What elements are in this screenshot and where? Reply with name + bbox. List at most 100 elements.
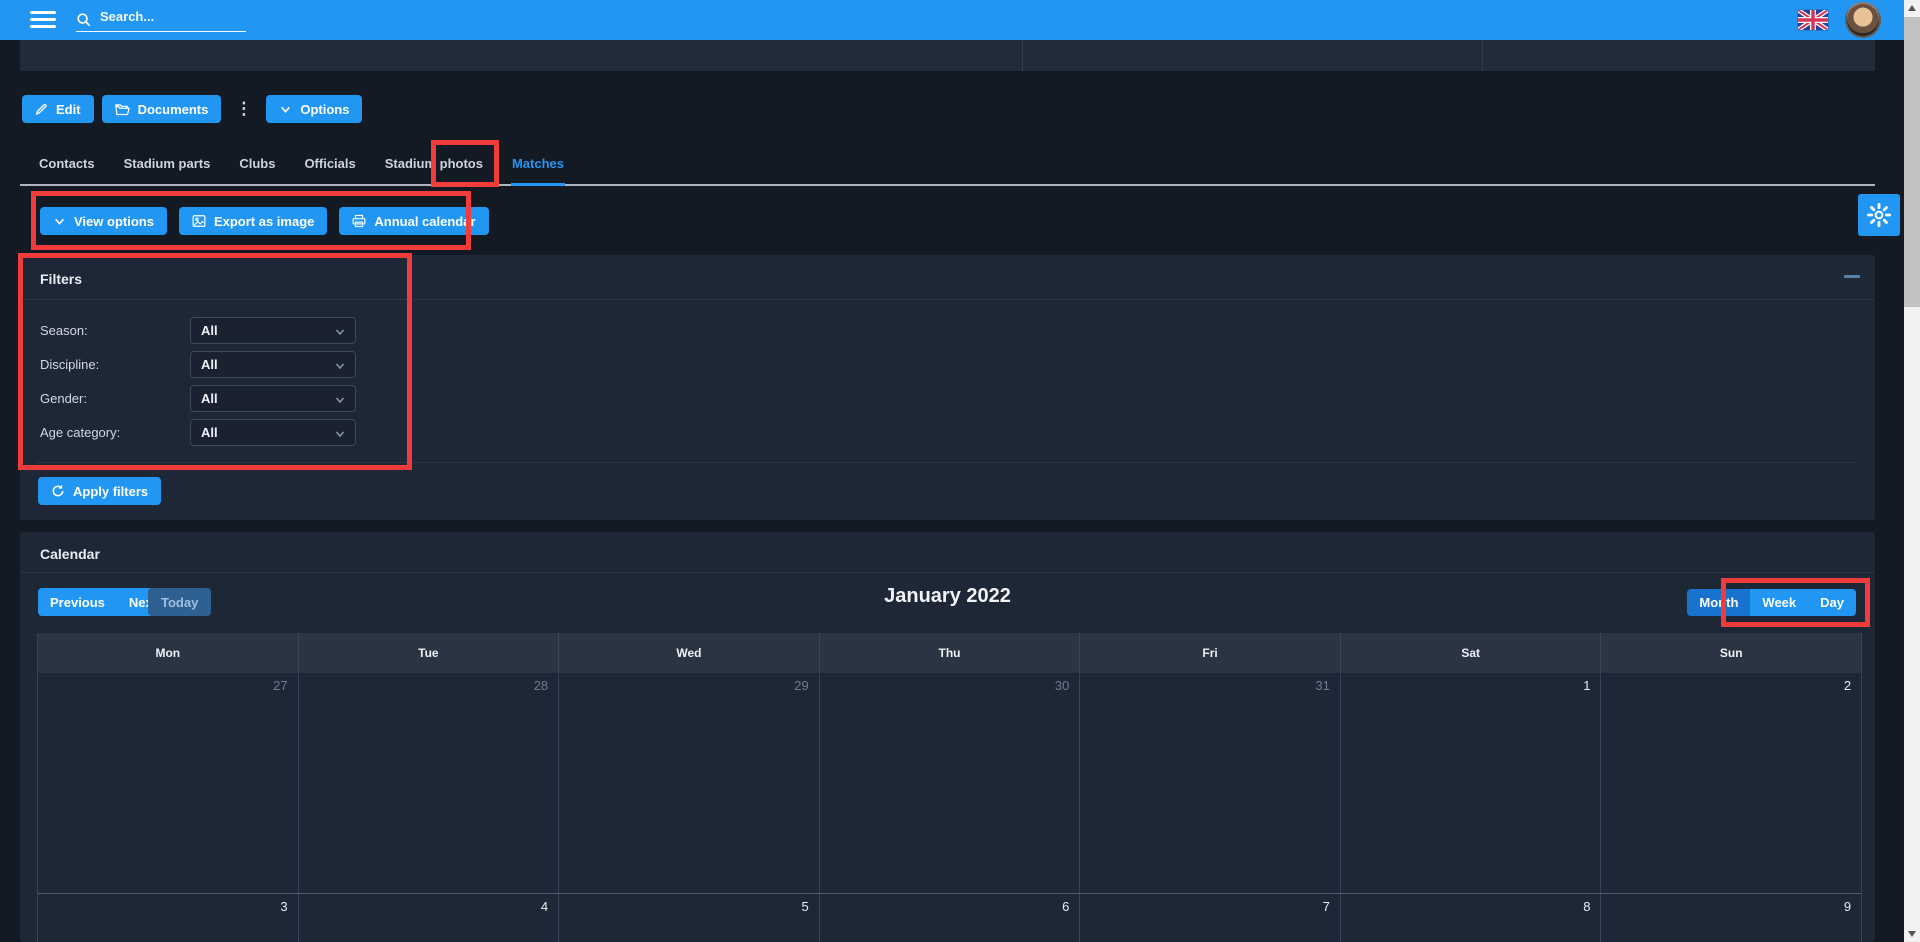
calendar-title: Calendar [40, 546, 100, 562]
options-button[interactable]: Options [266, 95, 362, 123]
age-category-select[interactable]: All [190, 419, 356, 446]
documents-button[interactable]: Documents [102, 95, 222, 123]
folder-icon [115, 103, 130, 116]
age-category-label: Age category: [40, 425, 120, 440]
matches-actions: View options Export as image Annual cale… [40, 207, 489, 235]
hamburger-menu-icon[interactable] [30, 11, 56, 29]
collapse-panel-icon[interactable] [1844, 275, 1862, 285]
search-input[interactable] [76, 6, 246, 32]
chevron-down-icon [334, 428, 346, 440]
day-number: 7 [1323, 899, 1330, 914]
scrollbar-up-arrow[interactable] [1904, 0, 1920, 16]
tab-stadium-photos[interactable]: Stadium photos [384, 150, 484, 186]
divider [1482, 40, 1483, 71]
view-week-button[interactable]: Week [1750, 589, 1808, 616]
day-number: 5 [802, 899, 809, 914]
day-number: 28 [534, 678, 548, 693]
chevron-down-icon [334, 326, 346, 338]
day-header-sat: Sat [1341, 633, 1602, 673]
day-header-wed: Wed [559, 633, 820, 673]
record-toolbar: Edit Documents ⋮ Options [22, 95, 362, 123]
divider [20, 299, 1875, 300]
annual-calendar-button[interactable]: Annual calendar [339, 207, 488, 235]
day-cell[interactable]: 9 [1601, 894, 1861, 942]
more-actions-icon[interactable]: ⋮ [229, 95, 258, 123]
view-day-button[interactable]: Day [1808, 589, 1856, 616]
detail-tabs: Contacts Stadium parts Clubs Officials S… [20, 150, 1875, 186]
scrolled-content-remnant [20, 40, 1875, 71]
app-root: Edit Documents ⋮ Options Contacts Stadiu… [0, 0, 1920, 942]
export-as-image-button[interactable]: Export as image [179, 207, 327, 235]
gear-icon [1866, 202, 1892, 228]
view-options-button[interactable]: View options [40, 207, 167, 235]
tab-stadium-parts[interactable]: Stadium parts [123, 150, 212, 186]
edit-button[interactable]: Edit [22, 95, 94, 123]
export-as-image-label: Export as image [214, 214, 314, 229]
refresh-icon [51, 484, 65, 498]
divider [37, 462, 1858, 463]
image-icon [192, 214, 206, 228]
day-cell[interactable]: 31 [1080, 673, 1341, 893]
options-button-label: Options [300, 102, 349, 117]
calendar-panel: Calendar Previous Next Today January 202… [20, 532, 1875, 942]
discipline-label: Discipline: [40, 357, 99, 372]
divider [1022, 40, 1023, 71]
day-cell[interactable]: 1 [1341, 673, 1602, 893]
chevron-down-icon [279, 103, 292, 116]
apply-filters-button[interactable]: Apply filters [38, 477, 161, 505]
day-number: 30 [1055, 678, 1069, 693]
scrollbar-down-arrow[interactable] [1904, 926, 1920, 942]
day-number: 3 [280, 899, 287, 914]
filters-panel: Filters Season: All Discipline: All Gend… [20, 255, 1875, 520]
month-title: January 2022 [20, 585, 1875, 608]
day-cell[interactable]: 4 [299, 894, 560, 942]
tab-clubs[interactable]: Clubs [238, 150, 276, 186]
scrollbar-thumb[interactable] [1904, 17, 1920, 307]
gender-label: Gender: [40, 391, 87, 406]
calendar-week-row: 27 28 29 30 31 1 2 [38, 673, 1861, 893]
day-cell[interactable]: 2 [1601, 673, 1861, 893]
language-flag-uk[interactable] [1798, 10, 1828, 30]
filters-title: Filters [40, 271, 82, 287]
calendar-day-headers: Mon Tue Wed Thu Fri Sat Sun [38, 633, 1861, 673]
tab-officials[interactable]: Officials [303, 150, 356, 186]
day-cell[interactable]: 6 [820, 894, 1081, 942]
day-number: 9 [1844, 899, 1851, 914]
chevron-down-icon [334, 394, 346, 406]
tab-matches[interactable]: Matches [511, 150, 565, 186]
day-cell[interactable]: 30 [820, 673, 1081, 893]
day-cell[interactable]: 3 [38, 894, 299, 942]
day-cell[interactable]: 27 [38, 673, 299, 893]
season-select[interactable]: All [190, 317, 356, 344]
day-header-mon: Mon [38, 633, 299, 673]
calendar-grid: Mon Tue Wed Thu Fri Sat Sun 27 28 29 30 … [37, 633, 1862, 942]
chevron-down-icon [53, 215, 66, 228]
discipline-select[interactable]: All [190, 351, 356, 378]
day-cell[interactable]: 29 [559, 673, 820, 893]
view-options-label: View options [74, 214, 154, 229]
discipline-select-value: All [201, 357, 218, 372]
settings-gear-button[interactable] [1858, 194, 1900, 236]
gender-select[interactable]: All [190, 385, 356, 412]
pencil-icon [35, 103, 48, 116]
day-cell[interactable]: 7 [1080, 894, 1341, 942]
calendar-week-row: 3 4 5 6 7 8 9 [38, 893, 1861, 942]
day-number: 27 [273, 678, 287, 693]
age-category-select-value: All [201, 425, 218, 440]
day-cell[interactable]: 5 [559, 894, 820, 942]
season-label: Season: [40, 323, 88, 338]
view-month-button[interactable]: Month [1687, 589, 1750, 616]
day-cell[interactable]: 28 [299, 673, 560, 893]
day-header-fri: Fri [1080, 633, 1341, 673]
chevron-down-icon [334, 360, 346, 372]
day-number: 8 [1583, 899, 1590, 914]
page-scrollbar[interactable] [1904, 0, 1920, 942]
day-cell[interactable]: 8 [1341, 894, 1602, 942]
day-number: 6 [1062, 899, 1069, 914]
search-box [76, 6, 246, 34]
season-select-value: All [201, 323, 218, 338]
apply-filters-label: Apply filters [73, 484, 148, 499]
day-number: 31 [1315, 678, 1329, 693]
user-avatar[interactable] [1845, 2, 1881, 38]
tab-contacts[interactable]: Contacts [38, 150, 96, 186]
